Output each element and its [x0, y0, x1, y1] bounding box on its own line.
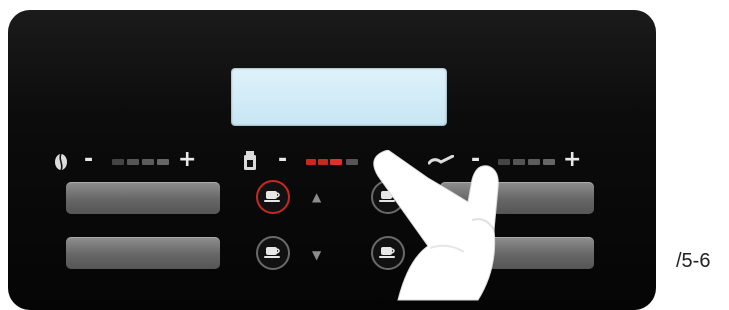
cup-size-icon [244, 151, 256, 170]
quantity-level-seg [318, 159, 328, 165]
cup-button-bottom-left[interactable] [256, 236, 290, 270]
quantity-indicator: - [242, 149, 382, 173]
arrow-down-icon: ▼ [312, 248, 322, 262]
control-panel: - + - - + ▲ ▼ [8, 10, 656, 310]
strength-minus[interactable]: - [84, 149, 93, 171]
left-bottom-button[interactable] [66, 237, 220, 269]
strength-level-seg [112, 159, 124, 165]
coffee-bean-icon [55, 153, 67, 171]
strength-level-seg [157, 159, 169, 165]
strength-level-seg [127, 159, 139, 165]
quantity-level-seg [330, 159, 342, 165]
pointing-hand-icon [373, 150, 499, 301]
strength-level-seg [142, 159, 154, 165]
coffee-cup-icon [264, 247, 280, 258]
cup-button-top-left[interactable] [256, 180, 290, 214]
lcd-display [231, 68, 447, 126]
strength-indicator: - + [54, 149, 204, 173]
strength-plus[interactable]: + [178, 149, 196, 171]
left-top-button[interactable] [66, 182, 220, 214]
coffee-cup-icon [264, 191, 280, 202]
quantity-level-seg [306, 159, 316, 165]
page-number: /5-6 [676, 250, 711, 272]
quantity-level-seg [346, 159, 358, 165]
arrow-up-icon: ▲ [312, 190, 322, 204]
quantity-minus[interactable]: - [278, 149, 287, 171]
